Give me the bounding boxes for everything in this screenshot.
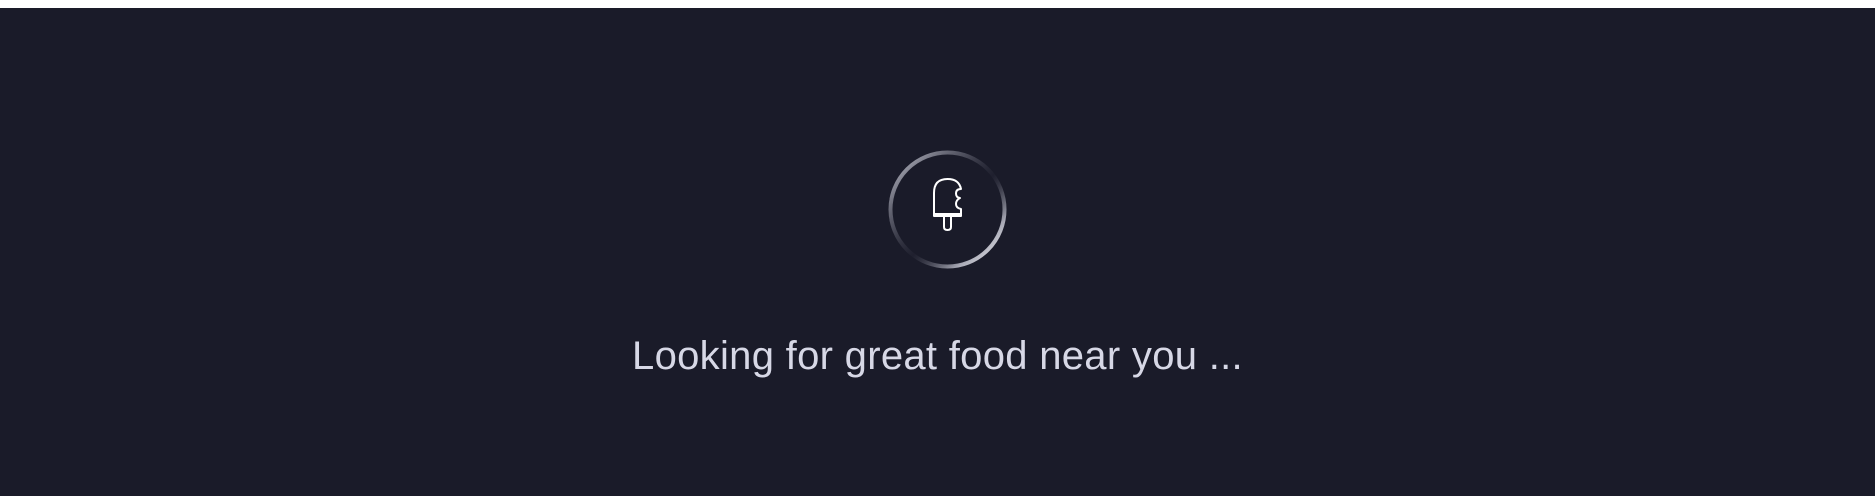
loading-message: Looking for great food near you ... <box>632 334 1243 378</box>
loading-screen: Looking for great food near you ... <box>0 8 1875 496</box>
popsicle-icon <box>933 178 962 231</box>
spinner-ring <box>888 150 1007 269</box>
loading-spinner <box>887 149 1008 270</box>
spinner-svg <box>888 150 1007 269</box>
top-border <box>0 0 1875 8</box>
